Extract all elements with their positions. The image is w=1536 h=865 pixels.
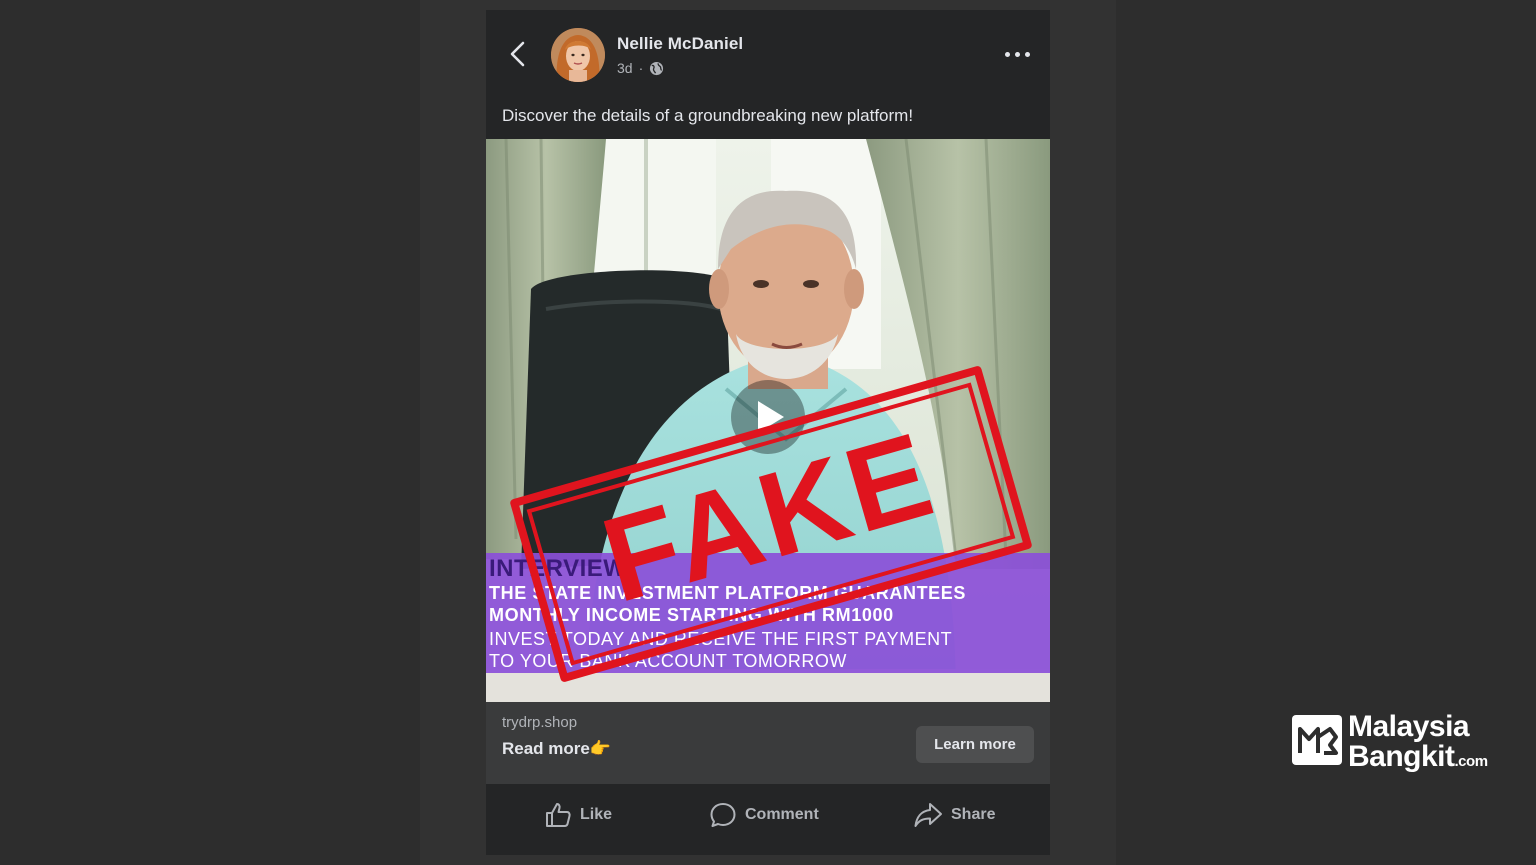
post-meta: 3d ·: [617, 60, 664, 76]
share-label: Share: [951, 806, 996, 823]
share-arrow-icon: [914, 803, 942, 827]
facebook-post: Nellie McDaniel 3d · Discover the detail…: [486, 10, 1050, 855]
like-label: Like: [580, 806, 613, 823]
link-preview[interactable]: trydrp.shop Read more👉 Learn more: [486, 702, 1050, 784]
comment-bubble-icon: [710, 803, 736, 827]
globe-icon: [649, 61, 664, 76]
more-dot: [1025, 52, 1030, 57]
link-domain: trydrp.shop: [502, 714, 578, 731]
malaysiabangkit-watermark: Malaysia Bangkit.com: [1292, 710, 1492, 774]
watermark-line-1: Malaysia: [1348, 710, 1470, 743]
more-options-button[interactable]: [1002, 44, 1034, 64]
more-horizontal-icon: [1005, 52, 1010, 57]
banner-line-4: TO YOUR BANK ACCOUNT TOMORROW: [489, 651, 847, 671]
avatar-image: [551, 28, 605, 82]
like-button[interactable]: Like: [544, 798, 612, 832]
chevron-left-icon: [510, 41, 525, 67]
more-dot: [1015, 52, 1020, 57]
malaysiabangkit-logo-icon: [1292, 715, 1342, 765]
watermark-line-2: Bangkit.com: [1348, 740, 1488, 774]
back-button[interactable]: [504, 38, 532, 70]
meta-separator: ·: [638, 60, 644, 76]
watermark-bangkit: Bangkit: [1348, 740, 1455, 773]
author-name[interactable]: Nellie McDaniel: [617, 34, 743, 54]
video-player[interactable]: INTERVIEW THE STATE INVESTMENT PLATFORM …: [486, 139, 1050, 702]
post-actions-bar: Like Comment Share: [486, 784, 1050, 855]
post-header: Nellie McDaniel 3d ·: [486, 10, 1050, 100]
author-avatar[interactable]: [551, 28, 605, 82]
thumbs-up-icon: [546, 803, 571, 827]
link-title[interactable]: Read more👉: [502, 739, 611, 759]
learn-more-button[interactable]: Learn more: [916, 726, 1034, 763]
share-button[interactable]: Share: [913, 798, 995, 832]
comment-button[interactable]: Comment: [709, 798, 819, 832]
post-time[interactable]: 3d: [617, 60, 633, 76]
watermark-suffix: .com: [1454, 753, 1489, 770]
post-caption: Discover the details of a groundbreaking…: [502, 106, 914, 125]
comment-label: Comment: [745, 806, 819, 823]
